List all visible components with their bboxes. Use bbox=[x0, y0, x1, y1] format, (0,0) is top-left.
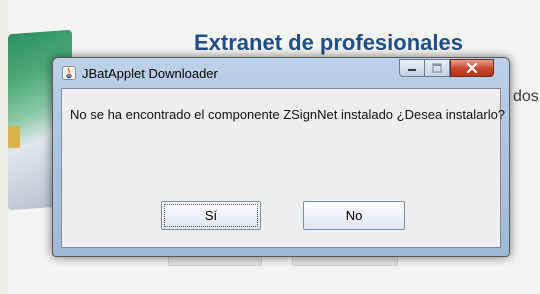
close-button[interactable] bbox=[450, 59, 494, 77]
maximize-icon bbox=[432, 63, 442, 73]
no-button[interactable]: No bbox=[303, 201, 405, 230]
dialog-titlebar[interactable]: JBatApplet Downloader bbox=[53, 58, 509, 88]
minimize-button[interactable] bbox=[399, 59, 425, 77]
dialog-content: No se ha encontrado el componente ZSignN… bbox=[61, 88, 505, 248]
page-title: Extranet de profesionales bbox=[194, 30, 463, 55]
card-chip-graphic bbox=[8, 126, 20, 148]
java-icon bbox=[62, 66, 76, 80]
dialog-title: JBatApplet Downloader bbox=[82, 66, 218, 81]
yes-button[interactable]: Sí bbox=[161, 201, 261, 230]
page-partial-text: dos c bbox=[513, 88, 540, 105]
minimize-icon bbox=[408, 69, 416, 71]
close-icon bbox=[466, 62, 478, 74]
dialog-message: No se ha encontrado el componente ZSignN… bbox=[70, 107, 506, 122]
downloader-dialog: JBatApplet Downloader No se ha encontrad… bbox=[52, 57, 510, 257]
maximize-button[interactable] bbox=[425, 59, 450, 77]
